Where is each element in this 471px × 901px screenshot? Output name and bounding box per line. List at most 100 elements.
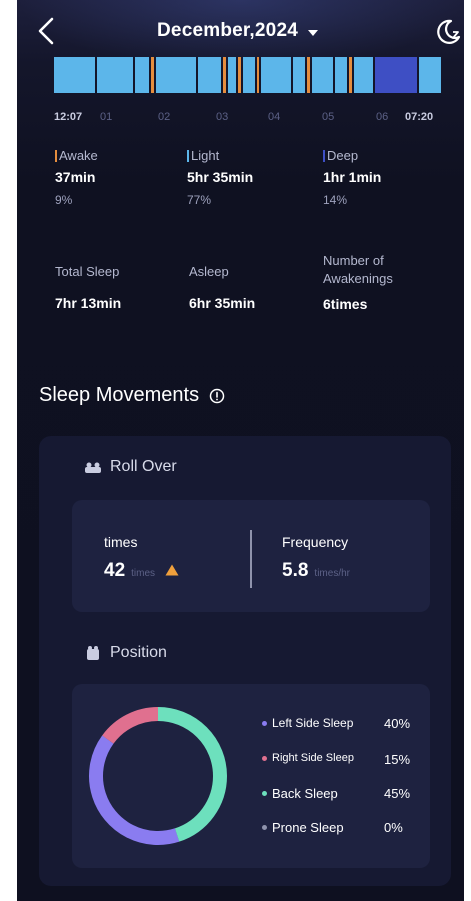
summary-value: 6times	[323, 296, 368, 312]
roll-over-title: Roll Over	[110, 458, 177, 475]
summary-value: 7hr 13min	[55, 295, 122, 311]
hour-label: 06	[376, 111, 389, 123]
times-value-row: 42 times	[104, 560, 179, 582]
stage-label: Deep	[323, 148, 381, 163]
stage-name: Light	[191, 148, 220, 163]
position-panel: Left Side Sleep 40% Right Side Sleep 15%…	[72, 684, 430, 868]
prone-dot	[262, 825, 267, 830]
legend-name: Left Side Sleep	[272, 716, 354, 730]
stage-percent: 77%	[187, 193, 212, 207]
number-of-awakenings: Number of Awakenings 6times	[323, 252, 393, 312]
frequency-label: Frequency	[282, 534, 349, 550]
stage-percent: 14%	[323, 193, 348, 207]
stage-duration: 5hr 35min	[187, 169, 254, 185]
roll-over-heading: Roll Over	[84, 458, 177, 476]
warning-triangle-icon	[165, 564, 179, 576]
legend-name: Prone Sleep	[272, 820, 344, 835]
timeline-axis: 12:07 01 02 03 04 05 06 07:20	[54, 111, 452, 127]
info-icon[interactable]	[209, 388, 225, 404]
timeline-segment	[307, 57, 310, 93]
hour-label: 04	[268, 111, 281, 123]
stage-duration: 1hr 1min	[323, 169, 382, 185]
roll-over-panel: times 42 times Frequency 5.8 times/hr	[72, 500, 430, 612]
summary-label: Total Sleep	[55, 264, 120, 279]
caret-down-icon	[307, 29, 318, 36]
timeline-segment	[243, 57, 255, 93]
timeline-segment	[335, 57, 347, 93]
total-sleep: Total Sleep 7hr 13min	[55, 264, 121, 311]
stage-name: Awake	[59, 148, 98, 163]
stage-light: Light 5hr 35min 77%	[187, 148, 253, 207]
asleep: Asleep 6hr 35min	[189, 264, 255, 311]
times-value: 42	[104, 560, 126, 581]
sleep-moon-icon[interactable]	[435, 18, 461, 46]
timeline-segment	[198, 57, 221, 93]
summary-label: Asleep	[189, 264, 229, 279]
header: December,2024	[17, 0, 464, 58]
stage-duration: 37min	[55, 169, 96, 185]
stage-label: Awake	[55, 148, 98, 163]
back-dot	[262, 791, 267, 796]
right-side-dot	[262, 755, 267, 761]
back-chevron-icon[interactable]	[35, 16, 59, 46]
timeline-segment	[261, 57, 291, 93]
summary-value: 6hr 35min	[189, 295, 256, 311]
timeline-segment	[135, 57, 149, 93]
timeline-segment	[312, 57, 333, 93]
frequency-unit: times/hr	[314, 568, 350, 579]
timeline-segment	[419, 57, 441, 93]
timeline-segment	[228, 57, 236, 93]
timeline-segment	[223, 57, 226, 93]
position-icon	[87, 646, 99, 660]
stage-deep: Deep 1hr 1min 14%	[323, 148, 381, 207]
timeline-segment	[54, 57, 95, 93]
timeline-segment	[375, 57, 417, 93]
timeline-segment	[97, 57, 133, 93]
times-label: times	[104, 534, 138, 550]
legend-value: 0%	[384, 820, 403, 835]
end-time-label: 07:20	[405, 111, 434, 123]
legend-item-prone: Prone Sleep 0%	[262, 820, 403, 835]
timeline-segment	[151, 57, 154, 93]
roll-over-frequency: Frequency 5.8 times/hr	[282, 534, 350, 582]
timeline-segment	[349, 57, 352, 93]
app-screen: December,2024 12:07 01 02 03 04 05 06 07…	[17, 0, 464, 901]
legend-value: 40%	[384, 716, 411, 731]
roll-over-icon	[85, 462, 101, 473]
position-heading: Position	[84, 644, 167, 662]
left-side-dot	[262, 720, 267, 726]
deep-color-bar	[323, 149, 325, 162]
month-title: December,2024	[157, 20, 298, 41]
times-unit: times	[131, 568, 156, 579]
legend-name: Right Side Sleep	[272, 752, 354, 764]
roll-over-times: times 42 times	[104, 534, 179, 582]
stage-percent: 9%	[55, 193, 73, 207]
month-selector[interactable]: December,2024	[157, 20, 318, 42]
panel-divider	[250, 530, 252, 588]
light-color-bar	[187, 149, 189, 162]
timeline-segment	[257, 57, 259, 93]
timeline-segment	[293, 57, 305, 93]
summary-label: Number of Awakenings	[323, 253, 393, 286]
legend-value: 45%	[384, 786, 411, 801]
legend-item-right-side: Right Side Sleep 15%	[262, 752, 410, 767]
start-time-label: 12:07	[54, 111, 83, 123]
sleep-stage-timeline[interactable]	[54, 57, 449, 93]
stage-name: Deep	[327, 148, 359, 163]
donut-slice-1	[89, 707, 227, 845]
stage-awake: Awake 37min 9%	[55, 148, 98, 207]
position-donut-chart	[89, 707, 227, 845]
position-title: Position	[110, 644, 167, 661]
donut-slice-0	[89, 707, 227, 845]
section-title: Sleep Movements	[39, 384, 200, 406]
stage-label: Light	[187, 148, 253, 163]
legend-item-left-side: Left Side Sleep 40%	[262, 716, 410, 731]
timeline-segment	[156, 57, 196, 93]
timeline-segment	[238, 57, 241, 93]
frequency-value-row: 5.8 times/hr	[282, 560, 350, 582]
legend-name: Back Sleep	[272, 786, 338, 801]
legend-item-back: Back Sleep 45%	[262, 786, 410, 801]
awake-color-bar	[55, 149, 57, 162]
legend-value: 15%	[384, 752, 411, 767]
hour-label: 03	[216, 111, 229, 123]
